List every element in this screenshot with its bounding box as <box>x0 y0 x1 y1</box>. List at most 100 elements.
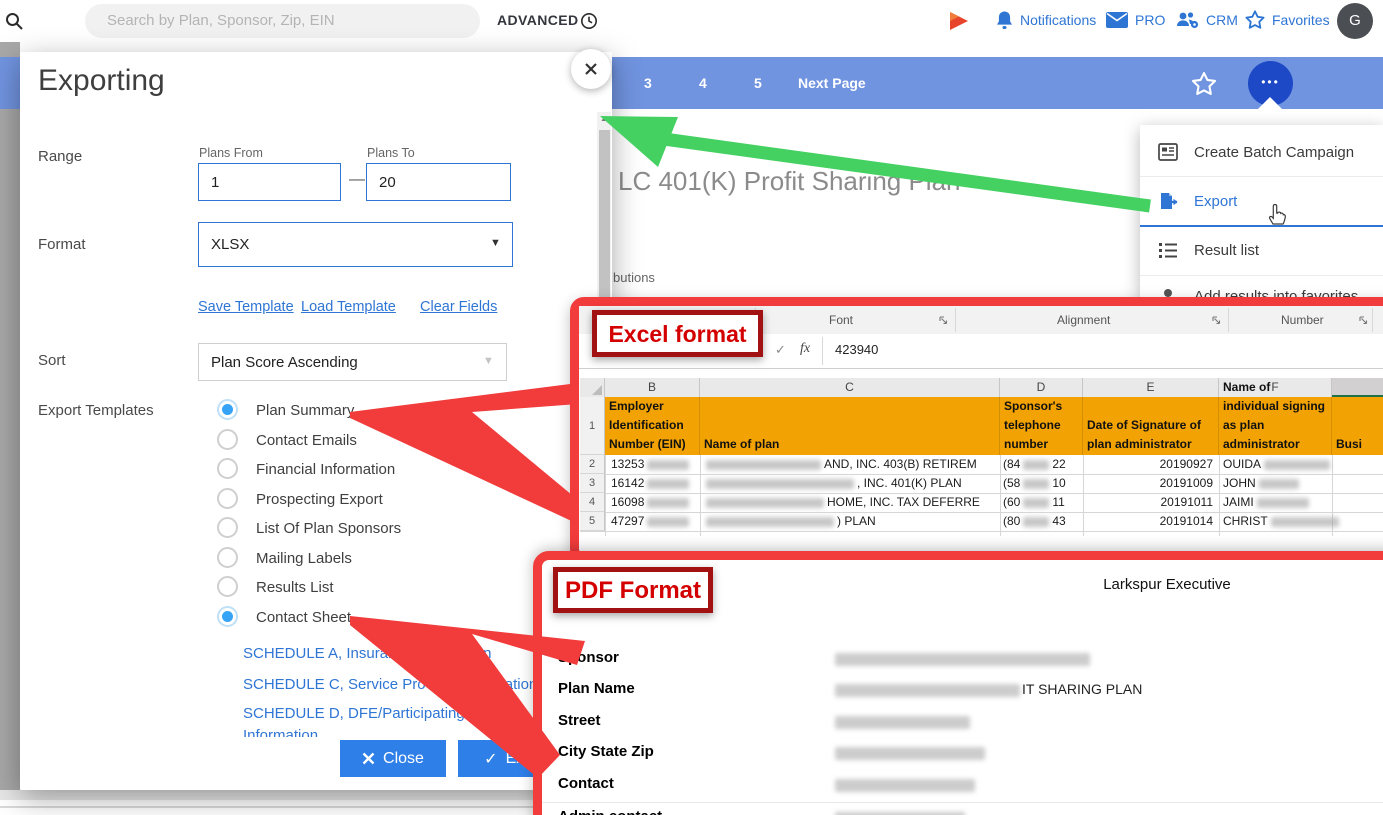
cell-phone[interactable]: (6011 <box>1003 493 1082 512</box>
pdf-field-label: Admin contact <box>558 808 662 815</box>
bell-icon[interactable] <box>995 10 1014 31</box>
nav-notifications[interactable]: Notifications <box>1020 12 1096 28</box>
sort-select[interactable]: Plan Score Ascending <box>198 343 507 381</box>
radio-label-plan-summary[interactable]: Plan Summary <box>256 402 354 419</box>
radio-contact-emails[interactable] <box>217 429 238 450</box>
header-cell-g-partial[interactable]: Busi <box>1332 397 1383 455</box>
nav-pro[interactable]: PRO <box>1135 12 1165 28</box>
row-header-2[interactable]: 2 <box>580 455 605 474</box>
row-header-1[interactable]: 1 <box>580 397 605 455</box>
row-header-5[interactable]: 5 <box>580 512 605 531</box>
header-cell-phone[interactable]: Sponsor's telephone number <box>1000 397 1083 455</box>
nav-crm[interactable]: CRM <box>1206 12 1238 28</box>
search-input[interactable]: Search by Plan, Sponsor, Zip, EIN <box>85 4 480 38</box>
dialog-close-button[interactable] <box>571 49 611 89</box>
header-cell-signer-name[interactable]: Name of individual signing as plan admin… <box>1219 397 1332 455</box>
cell-ein[interactable]: 13253 <box>611 455 699 474</box>
radio-label-financial-information[interactable]: Financial Information <box>256 461 395 478</box>
favorites-star-icon[interactable] <box>1244 9 1266 31</box>
radio-label-results-list[interactable]: Results List <box>256 579 334 596</box>
cell-date[interactable]: 20191011 <box>1083 493 1213 512</box>
cell-ein[interactable]: 47297 <box>611 512 699 531</box>
play-icon[interactable] <box>946 9 970 33</box>
close-button[interactable]: Close <box>340 740 446 777</box>
ribbon-group-number: Number <box>1281 313 1324 327</box>
expander-icon[interactable] <box>939 316 948 325</box>
radio-mailing-labels[interactable] <box>217 547 238 568</box>
cell-phone[interactable]: (5810 <box>1003 474 1082 493</box>
save-template-link[interactable]: Save Template <box>198 299 294 315</box>
clear-fields-link[interactable]: Clear Fields <box>420 299 497 315</box>
redacted <box>835 653 1090 666</box>
plans-to-input[interactable]: 20 <box>366 163 511 201</box>
nav-favorites[interactable]: Favorites <box>1272 12 1330 28</box>
page-number-3[interactable]: 3 <box>644 75 652 91</box>
radio-results-list[interactable] <box>217 576 238 597</box>
scroll-up-icon[interactable]: ▲ <box>597 114 611 123</box>
cell-admin[interactable]: OUIDA <box>1223 455 1383 474</box>
cell-plan-name[interactable]: , INC. 401(K) PLAN <box>703 474 999 493</box>
column-header-g-selected[interactable] <box>1332 378 1383 397</box>
favorite-star-icon[interactable] <box>1190 70 1218 98</box>
column-header-e[interactable]: E <box>1083 378 1219 397</box>
formula-check-icon[interactable]: ✓ <box>775 342 786 358</box>
radio-financial-information[interactable] <box>217 458 238 479</box>
schedule-d-link[interactable]: SCHEDULE D, DFE/Participating Plan Infor… <box>243 703 521 737</box>
select-all-cell[interactable] <box>580 378 605 397</box>
search-icon[interactable] <box>4 11 24 31</box>
cell-ein[interactable]: 16142 <box>611 474 699 493</box>
fx-icon[interactable]: fx <box>800 341 810 357</box>
cell-admin[interactable]: JOHN <box>1223 474 1383 493</box>
format-select[interactable]: XLSX <box>198 222 513 267</box>
cell-plan-name[interactable]: ) PLAN <box>703 512 999 531</box>
header-cell-signature-date[interactable]: Date of Signature of plan administrator <box>1083 397 1219 455</box>
row-header-3[interactable]: 3 <box>580 474 605 493</box>
radio-plan-summary[interactable] <box>217 399 238 420</box>
menu-item-export[interactable]: Export <box>1194 193 1237 210</box>
cell-date[interactable]: 20191014 <box>1083 512 1213 531</box>
load-template-link[interactable]: Load Template <box>301 299 396 315</box>
page-number-5[interactable]: 5 <box>754 75 762 91</box>
radio-contact-sheet[interactable] <box>217 606 238 627</box>
cell-plan-name[interactable]: HOME, INC. TAX DEFERRE <box>703 493 999 512</box>
cell-date[interactable]: 20191009 <box>1083 474 1213 493</box>
row-header-4[interactable]: 4 <box>580 493 605 512</box>
radio-label-mailing-labels[interactable]: Mailing Labels <box>256 550 352 567</box>
next-page-button[interactable]: Next Page <box>798 75 866 91</box>
radio-prospecting-export[interactable] <box>217 488 238 509</box>
header-cell-plan-name[interactable]: Name of plan <box>700 397 1000 455</box>
menu-item-create-batch-campaign[interactable]: Create Batch Campaign <box>1194 144 1354 161</box>
cell-admin[interactable]: JAIMI <box>1223 493 1383 512</box>
cell-phone[interactable]: (8043 <box>1003 512 1082 531</box>
schedule-a-link[interactable]: SCHEDULE A, Insurance Information <box>243 645 491 662</box>
header-cell-ein[interactable]: Employer Identification Number (EIN) <box>605 397 700 455</box>
cell-plan-name[interactable]: AND, INC. 403(B) RETIREM <box>703 455 999 474</box>
dialog-scrollbar-thumb[interactable] <box>599 130 610 298</box>
plans-from-input[interactable]: 1 <box>198 163 341 201</box>
page-number-4[interactable]: 4 <box>699 75 707 91</box>
radio-label-prospecting-export[interactable]: Prospecting Export <box>256 491 383 508</box>
radio-list-of-plan-sponsors[interactable] <box>217 517 238 538</box>
column-header-c[interactable]: C <box>700 378 1000 397</box>
schedule-c-link[interactable]: SCHEDULE C, Service Provider Information <box>243 676 537 693</box>
cell-ein[interactable]: 16098 <box>611 493 699 512</box>
excel-format-callout: Excel format <box>592 310 763 357</box>
cell-phone[interactable]: (8422 <box>1003 455 1082 474</box>
column-header-d[interactable]: D <box>1000 378 1083 397</box>
radio-label-contact-emails[interactable]: Contact Emails <box>256 432 357 449</box>
crm-people-icon[interactable] <box>1176 10 1200 30</box>
formula-value[interactable]: 423940 <box>835 342 878 357</box>
envelope-icon[interactable] <box>1106 12 1128 28</box>
cell-admin[interactable]: CHRIST <box>1223 512 1383 531</box>
history-clock-icon[interactable] <box>580 12 598 30</box>
cell-date[interactable]: 20190927 <box>1083 455 1213 474</box>
radio-label-list-of-plan-sponsors[interactable]: List Of Plan Sponsors <box>256 520 401 537</box>
expander-icon[interactable] <box>1359 316 1368 325</box>
expander-icon[interactable] <box>1212 316 1221 325</box>
column-header-b[interactable]: B <box>605 378 700 397</box>
radio-label-contact-sheet[interactable]: Contact Sheet <box>256 609 351 626</box>
advanced-search-button[interactable]: ADVANCED <box>497 12 579 28</box>
user-avatar[interactable]: G <box>1337 3 1373 39</box>
menu-item-result-list[interactable]: Result list <box>1194 242 1259 259</box>
menu-divider <box>1140 275 1383 276</box>
